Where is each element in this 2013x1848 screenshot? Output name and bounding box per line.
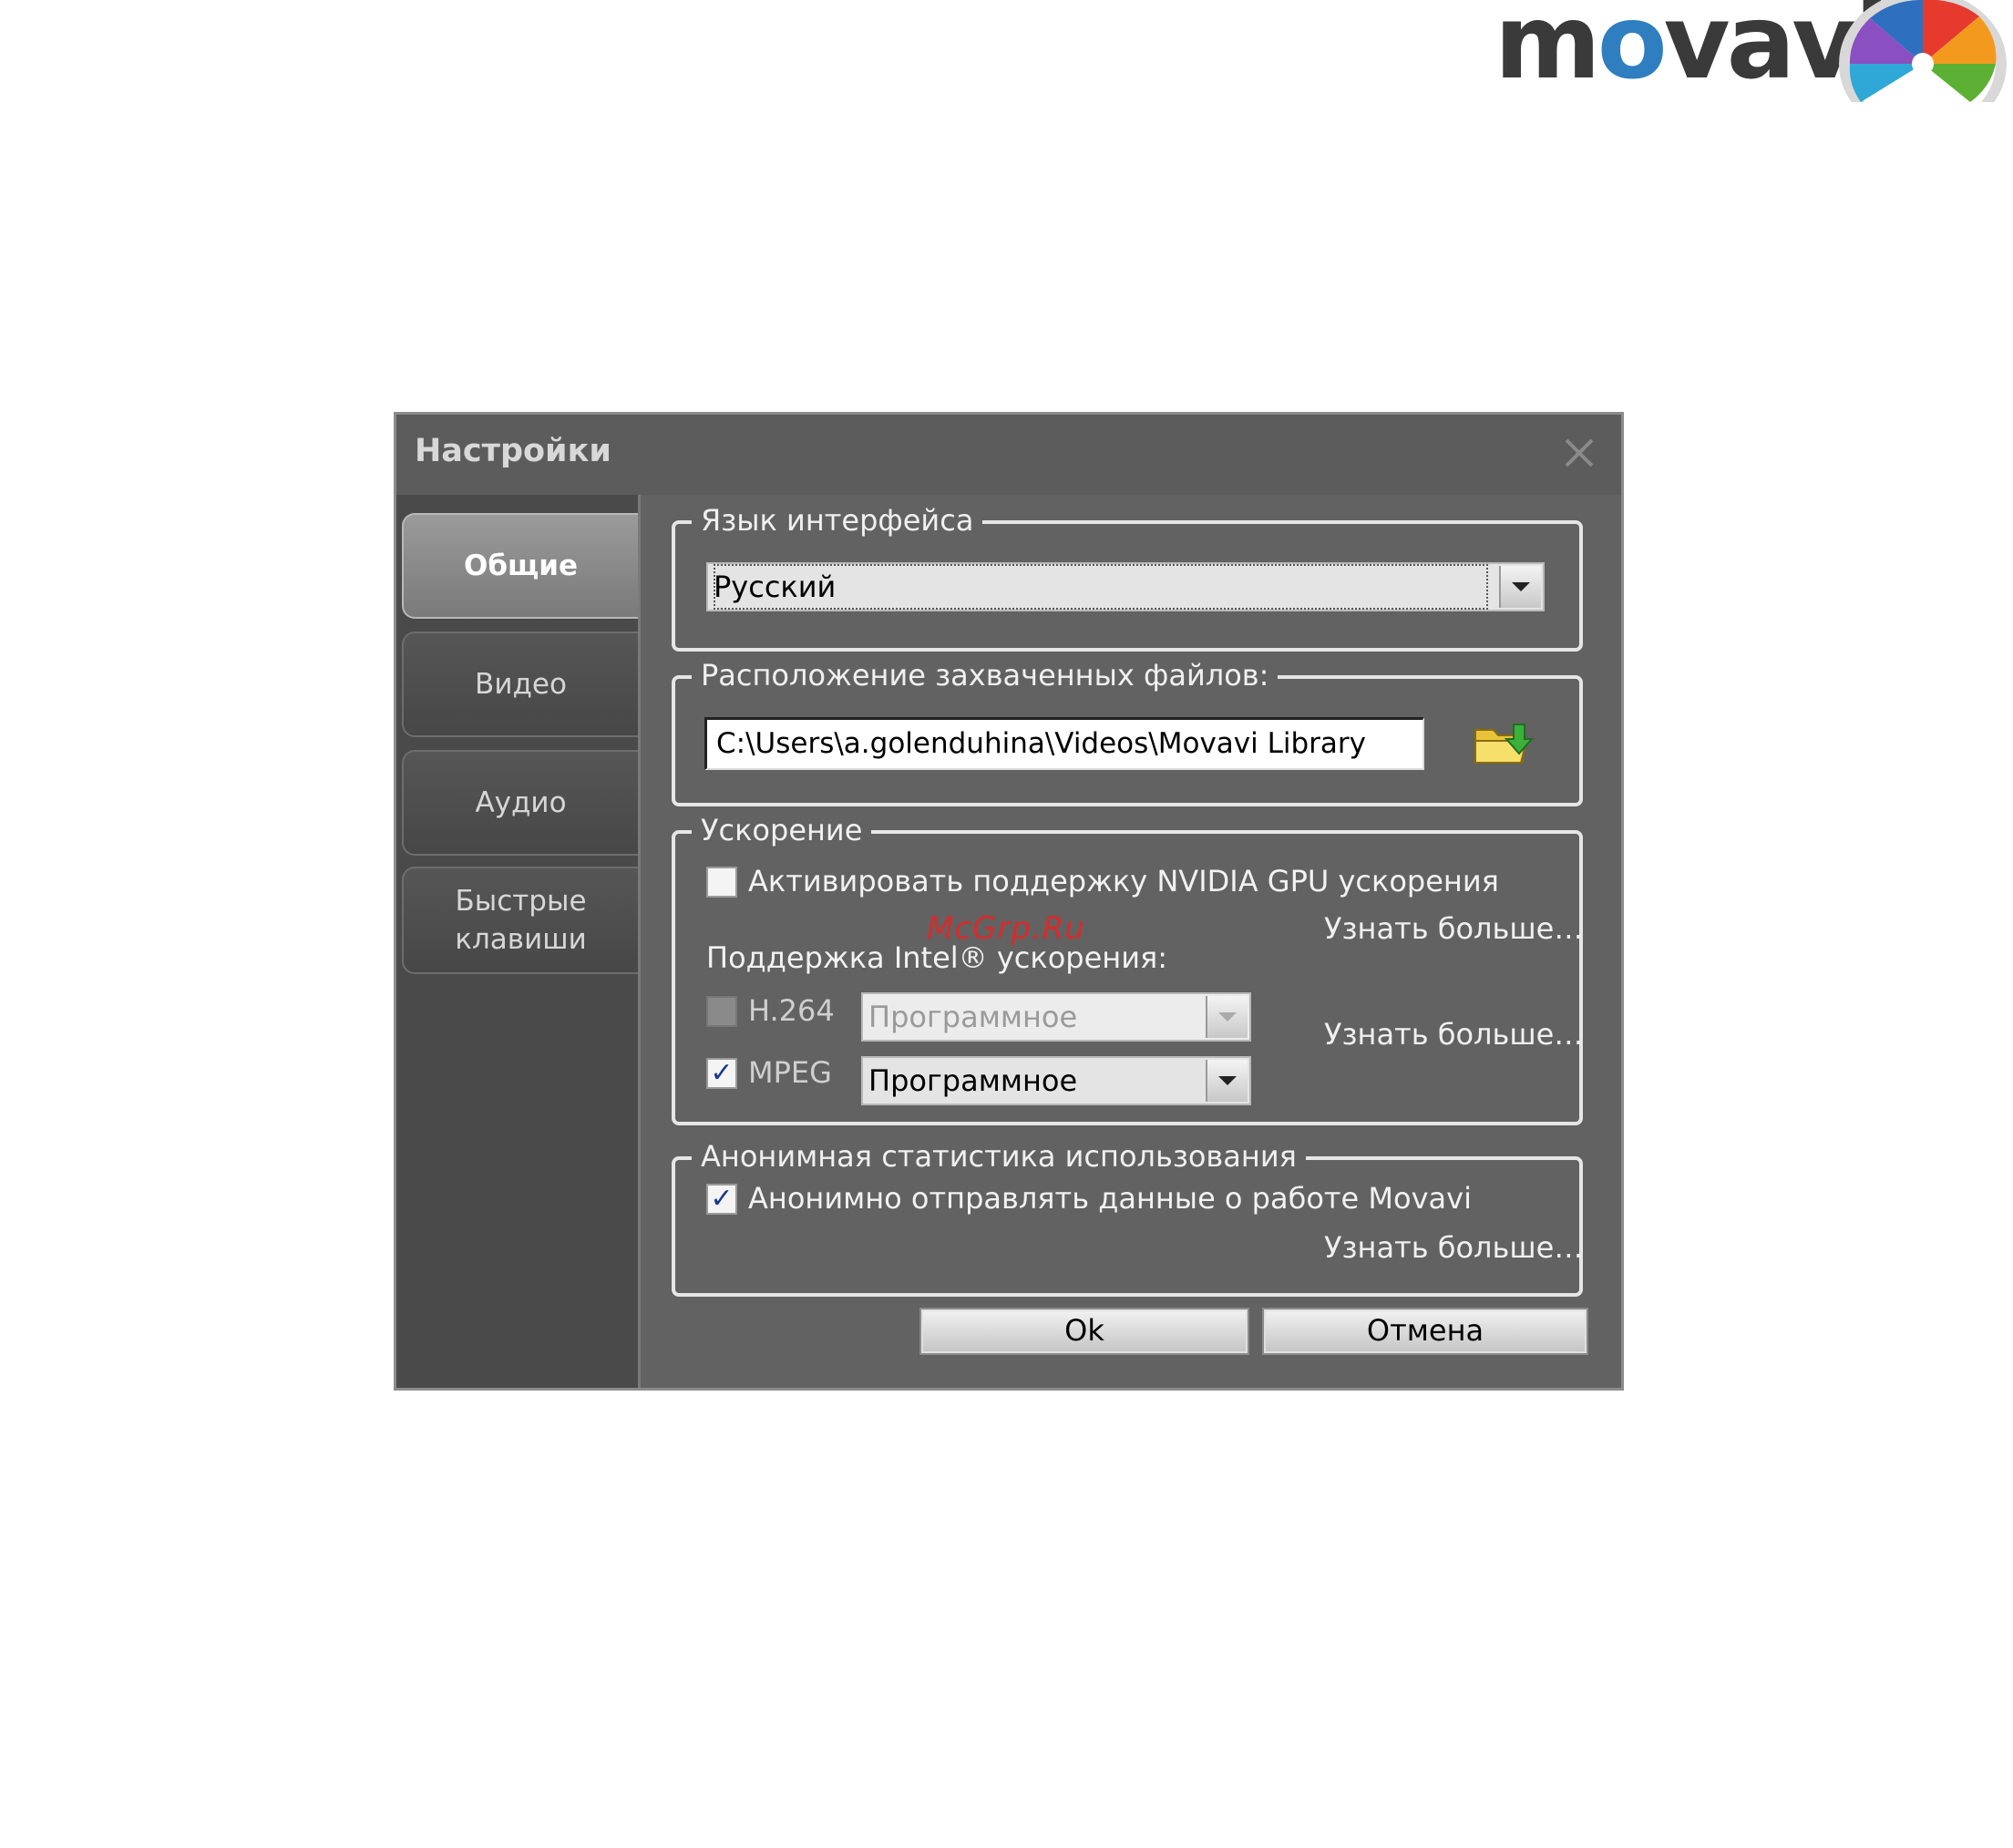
watermark: McGrp.Ru [927,910,1085,947]
mpeg-mode-select[interactable]: Программное [861,1056,1251,1105]
ok-button[interactable]: Ok [919,1308,1249,1355]
location-group: Расположение захваченных файлов: C:\User… [672,655,1583,806]
h264-checkbox[interactable] [706,996,737,1027]
language-selected-value: Русский [714,564,1488,610]
tab-general[interactable]: Общие [402,513,638,619]
send-stats-checkbox[interactable]: ✓ [706,1184,737,1215]
learn-more-link-stats[interactable]: Узнать больше… [1324,1227,1583,1268]
settings-dialog: Настройки Общие Видео Аудио Быстрые клав… [394,412,1624,1391]
mpeg-mode-value: Программное [868,1063,1078,1098]
statistics-legend: Анонимная статистика использования [692,1136,1306,1176]
chevron-down-icon[interactable] [1206,1060,1248,1102]
acceleration-legend: Ускорение [692,810,872,850]
language-select[interactable]: Русский [706,562,1545,611]
location-legend: Расположение захваченных файлов: [692,655,1279,695]
tab-hotkeys[interactable]: Быстрые клавиши [402,867,638,974]
nvidia-checkbox[interactable] [706,867,737,898]
logo-text: movavi [1494,0,1890,102]
tab-audio[interactable]: Аудио [402,750,638,856]
folder-icon[interactable] [1474,721,1534,766]
learn-more-link-nvidia[interactable]: Узнать больше… [1324,909,1583,949]
checkmark-icon: ✓ [710,1183,734,1215]
logo-reel-icon [1839,0,2007,102]
dialog-titlebar[interactable]: Настройки [396,415,1621,495]
chevron-down-icon[interactable] [1499,566,1541,608]
mpeg-label: MPEG [748,1055,832,1090]
checkmark-icon: ✓ [710,1057,734,1089]
learn-more-link-intel[interactable]: Узнать больше… [1324,1014,1583,1054]
settings-sidebar: Общие Видео Аудио Быстрые клавиши [396,495,641,1388]
tab-video[interactable]: Видео [402,631,638,737]
chevron-down-icon[interactable] [1206,996,1248,1038]
movavi-logo: movavi [1494,0,2013,105]
mpeg-checkbox[interactable]: ✓ [706,1058,737,1089]
h264-label: H.264 [748,993,835,1028]
send-stats-label: Анонимно отправлять данные о работе Mova… [748,1181,1472,1216]
dialog-title: Настройки [415,433,611,469]
nvidia-label: Активировать поддержку NVIDIA GPU ускоре… [748,864,1499,898]
acceleration-group: Ускорение Активировать поддержку NVIDIA … [672,810,1583,1125]
cancel-button[interactable]: Отмена [1262,1308,1588,1355]
close-icon[interactable] [1561,435,1597,471]
statistics-group: Анонимная статистика использования ✓ Ано… [672,1136,1583,1297]
language-legend: Язык интерфейса [692,500,983,540]
h264-mode-select[interactable]: Программное [861,992,1251,1042]
language-group: Язык интерфейса Русский [672,500,1583,652]
h264-mode-value: Программное [868,1000,1078,1034]
capture-path-input[interactable]: C:\Users\a.golenduhina\Videos\Movavi Lib… [704,717,1424,770]
